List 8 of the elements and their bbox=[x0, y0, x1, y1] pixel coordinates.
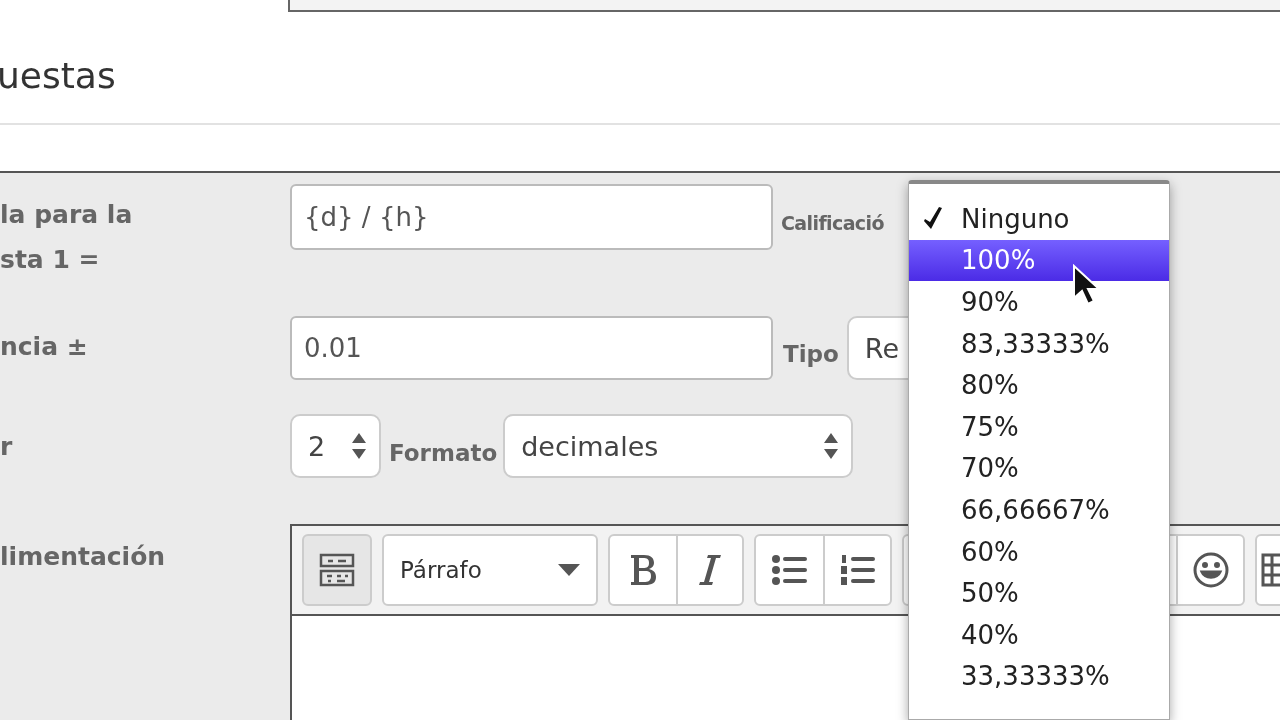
field-label: ncia ± bbox=[0, 331, 89, 363]
field-label: Calificació bbox=[781, 211, 884, 234]
field-label: Formato bbox=[389, 439, 498, 466]
field-label: limentación bbox=[0, 541, 167, 573]
field-label: Tipo bbox=[783, 340, 839, 367]
field-label: la para la sta 1 = bbox=[0, 199, 134, 276]
field-label: r bbox=[0, 431, 14, 463]
section-heading: uestas bbox=[0, 55, 116, 96]
